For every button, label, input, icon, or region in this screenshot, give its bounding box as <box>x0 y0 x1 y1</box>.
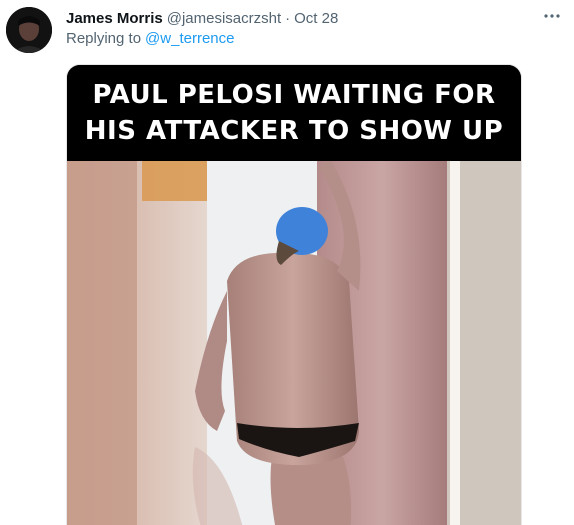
replying-to-label: Replying to <box>66 30 142 47</box>
meme-photo <box>67 161 521 525</box>
replying-to-link[interactable]: @w_terrence <box>145 30 234 47</box>
meme-caption-band: PAUL PELOSI WAITING FOR HIS ATTACKER TO … <box>67 65 521 161</box>
more-horizontal-icon <box>544 14 560 18</box>
replying-to: Replying to @w_terrence <box>66 30 234 47</box>
tweet-date[interactable]: Oct 28 <box>294 10 338 27</box>
separator-dot: · <box>285 9 291 27</box>
tweet: James Morris @jamesisacrzsht · Oct 28 Re… <box>0 0 574 525</box>
meme-caption: PAUL PELOSI WAITING FOR HIS ATTACKER TO … <box>84 80 504 146</box>
author-handle[interactable]: @jamesisacrzsht <box>167 10 281 27</box>
tweet-header: James Morris @jamesisacrzsht · Oct 28 <box>66 8 338 28</box>
author-name[interactable]: James Morris <box>66 10 163 27</box>
avatar[interactable] <box>6 7 52 53</box>
more-options-button[interactable] <box>540 6 564 26</box>
tweet-media[interactable]: PAUL PELOSI WAITING FOR HIS ATTACKER TO … <box>66 64 522 525</box>
avatar-image <box>6 7 52 53</box>
